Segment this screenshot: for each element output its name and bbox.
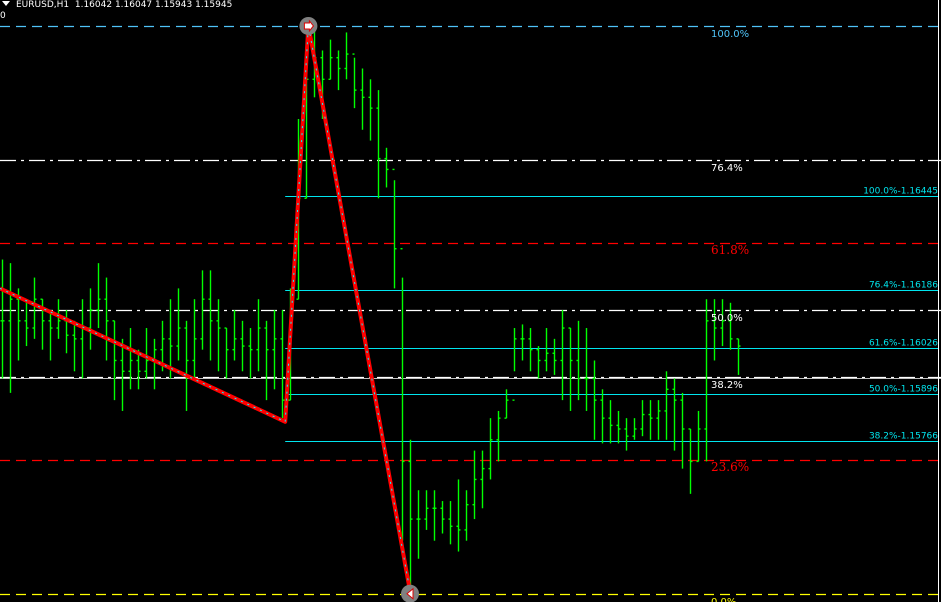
ohlc-bar	[376, 90, 381, 199]
ohlc-bar	[696, 410, 701, 463]
ohlc-bar	[736, 338, 741, 375]
ohlc-bar	[568, 327, 573, 411]
ohlc-bar	[152, 338, 157, 390]
ohlc-bar	[560, 310, 565, 401]
ohlc-bar	[648, 400, 653, 440]
ohlc-bar	[664, 371, 669, 440]
ohlc-bar	[624, 418, 629, 451]
ohlc-bar	[176, 288, 181, 361]
fib-expansion-label: 100.0%-1.16445	[863, 187, 938, 197]
ohlc-bar	[232, 310, 237, 361]
ohlc-bar	[344, 32, 349, 80]
ohlc-bar	[32, 277, 37, 339]
ohlc-bar	[184, 320, 189, 411]
ohlc-bar	[520, 324, 525, 361]
ohlc-bar	[504, 389, 509, 419]
ohlc-bar	[640, 400, 645, 437]
ohlc-bar	[64, 310, 69, 354]
ohlc-bar	[456, 479, 461, 552]
ohlc-bar	[248, 328, 253, 379]
ohlc-bar	[672, 378, 677, 451]
ohlc-bar	[480, 450, 485, 509]
ohlc-bar	[440, 501, 445, 534]
triangle-down-icon[interactable]	[2, 1, 10, 6]
ohlc-bar	[528, 328, 533, 372]
price-chart[interactable]: 100.0%-1.16445 76.4%-1.16186 61.6%-1.16026…	[0, 0, 941, 602]
ohlc-bar	[280, 310, 285, 419]
ohlc-bar	[144, 328, 149, 379]
ohlc-bar	[408, 439, 413, 592]
ohlc-bar	[616, 410, 621, 444]
ohlc-bar	[680, 392, 685, 469]
ohlc-bar	[688, 428, 693, 494]
ohlc-bar	[352, 53, 357, 109]
ohlc-bar	[608, 400, 613, 444]
ohlc-bar	[600, 389, 605, 444]
ohlc-bar	[224, 327, 229, 379]
ohlc-bar	[24, 299, 29, 347]
fib-level-label: 76.4%	[711, 163, 743, 174]
ohlc-bar	[104, 277, 109, 361]
ohlc-bar	[384, 147, 389, 188]
fib-level-label: 0.0%	[711, 597, 736, 602]
fib-level-label: 23.6%	[711, 460, 749, 474]
fib-level-label: 50.0%	[711, 313, 743, 324]
ohlc-bar	[240, 320, 245, 372]
ohlc-bar	[72, 320, 77, 372]
ohlc-bar	[424, 490, 429, 530]
ohlc-bar	[208, 270, 213, 361]
fib-level-label: 38.2%	[711, 380, 743, 391]
ohlc-bar	[704, 299, 709, 462]
ohlc-bar	[128, 328, 133, 390]
ohlc-bar	[48, 310, 53, 361]
ohlc-bar	[536, 346, 541, 379]
fib-expansion-label: 61.6%-1.16026	[869, 339, 938, 349]
ohlc-bar	[632, 418, 637, 440]
ohlc-bar	[8, 263, 13, 393]
ohlc-bar	[656, 400, 661, 440]
ohlc-bar	[120, 338, 125, 411]
indicator-value: 0	[0, 11, 6, 21]
ohlc-values: 1.16042 1.16047 1.15943 1.15945	[74, 0, 233, 10]
ohlc-bar	[728, 302, 733, 350]
ohlc-bar	[448, 501, 453, 545]
ohlc-bar	[552, 338, 557, 375]
fib-level-label: 61.8%	[711, 243, 749, 257]
ohlc-bar	[256, 299, 261, 372]
fib-level-label: 100.0%	[711, 29, 749, 40]
ohlc-bar	[360, 68, 365, 130]
chart-window[interactable]: 100.0%-1.16445 76.4%-1.16186 61.6%-1.16026…	[0, 0, 941, 602]
ohlc-bar	[328, 39, 333, 81]
ohlc-bar	[392, 168, 397, 289]
ohlc-bar	[544, 328, 549, 372]
fib-expansion-label: 50.0%-1.15896	[869, 385, 938, 395]
ohlc-bar	[512, 328, 517, 401]
fib-expansion-label: 76.4%-1.16186	[869, 281, 938, 291]
ohlc-bar	[336, 50, 341, 91]
ohlc-bar	[592, 360, 597, 440]
zigzag-line	[0, 23, 412, 592]
fib-expansion-label: 38.2%-1.15766	[869, 432, 938, 442]
ohlc-bar	[712, 299, 717, 361]
ohlc-bar	[264, 320, 269, 401]
chart-header: EURUSD,H1 1.16042 1.16047 1.15943 1.1594…	[2, 0, 232, 11]
ohlc-bar	[432, 490, 437, 541]
ohlc-bar	[96, 263, 101, 329]
ohlc-bar	[464, 490, 469, 541]
ohlc-bar	[0, 259, 5, 379]
ohlc-bar	[56, 299, 61, 339]
zigzag-inner-line	[0, 25, 411, 592]
ohlc-bar	[88, 288, 93, 350]
ohlc-bar	[488, 418, 493, 480]
ohlc-bar	[368, 79, 373, 141]
ohlc-bar	[576, 320, 581, 401]
ohlc-bar	[112, 320, 117, 401]
ohlc-bar	[584, 328, 589, 411]
ohlc-bar	[496, 410, 501, 462]
symbol-label: EURUSD,H1	[16, 0, 70, 10]
ohlc-bar	[416, 490, 421, 559]
